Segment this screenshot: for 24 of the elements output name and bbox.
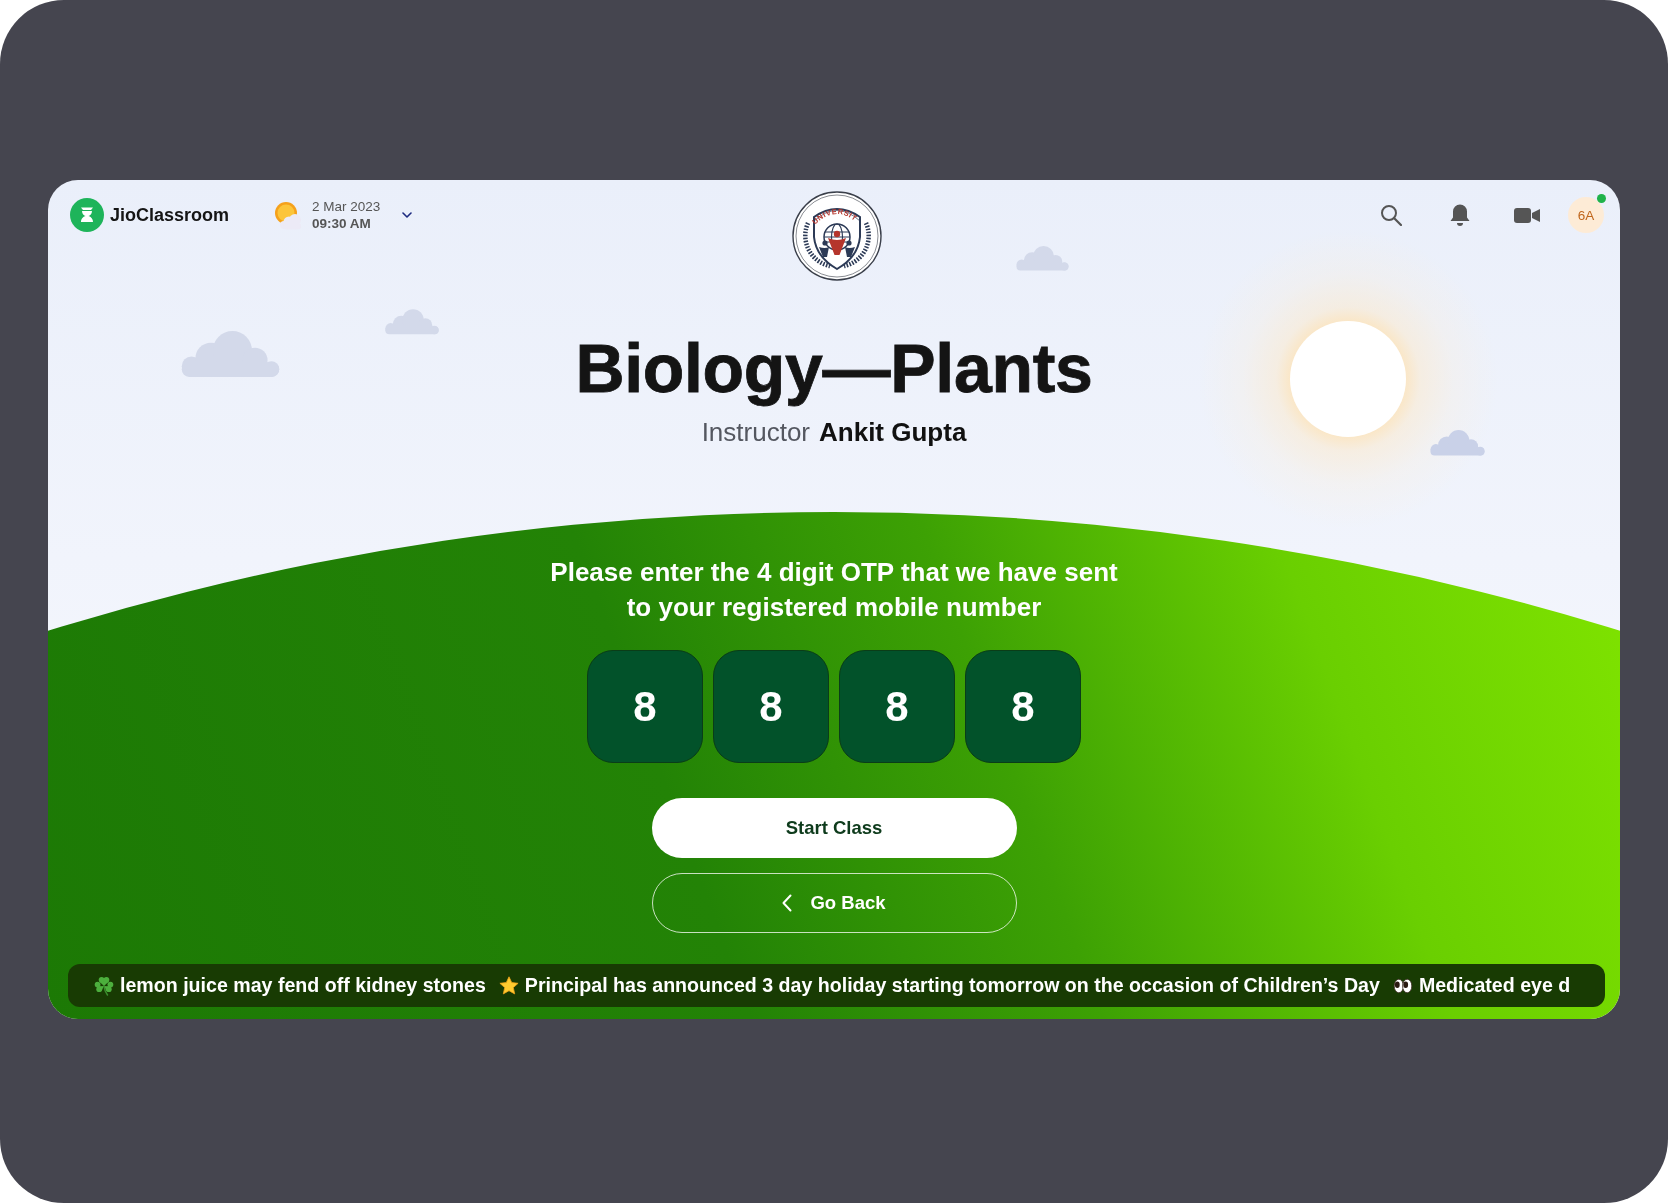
- otp-digit-field[interactable]: 8: [839, 650, 955, 763]
- otp-digit-field[interactable]: 8: [713, 650, 829, 763]
- ticker-message: lemon juice may fend off kidney stones: [120, 974, 486, 997]
- avatar-button[interactable]: 6A: [1568, 197, 1604, 233]
- time-text: 09:30 AM: [312, 215, 372, 232]
- otp-digit-field[interactable]: 8: [965, 650, 1081, 763]
- app-logo-icon[interactable]: [70, 198, 104, 232]
- app-name: JioClassroom: [110, 204, 230, 226]
- shamrock-icon: [94, 975, 114, 996]
- search-icon[interactable]: [1380, 204, 1402, 226]
- date-text: 2 Mar 2023: [312, 198, 381, 215]
- otp-instruction: Please enter the 4 digit OTP that we have sent to your registered mobile number: [550, 556, 1118, 624]
- star-icon: [498, 975, 519, 996]
- instructor-name: Ankit Gupta: [819, 419, 967, 445]
- chevron-left-icon: [782, 894, 793, 912]
- video-camera-icon[interactable]: [1514, 206, 1540, 224]
- instructor-label: Instructor: [701, 419, 810, 445]
- chevron-down-icon[interactable]: [402, 212, 413, 218]
- bell-icon[interactable]: [1449, 203, 1471, 227]
- start-class-button[interactable]: Start Class: [651, 798, 1017, 858]
- ticker-message: Principal has announced 3 day holiday starting tomorrow on the occasion of Children’s Day: [524, 974, 1380, 997]
- sun-cloud-icon: [273, 200, 304, 230]
- otp-digit-field[interactable]: 8: [587, 650, 703, 763]
- ticker-message: Medicated eye d: [1418, 974, 1571, 997]
